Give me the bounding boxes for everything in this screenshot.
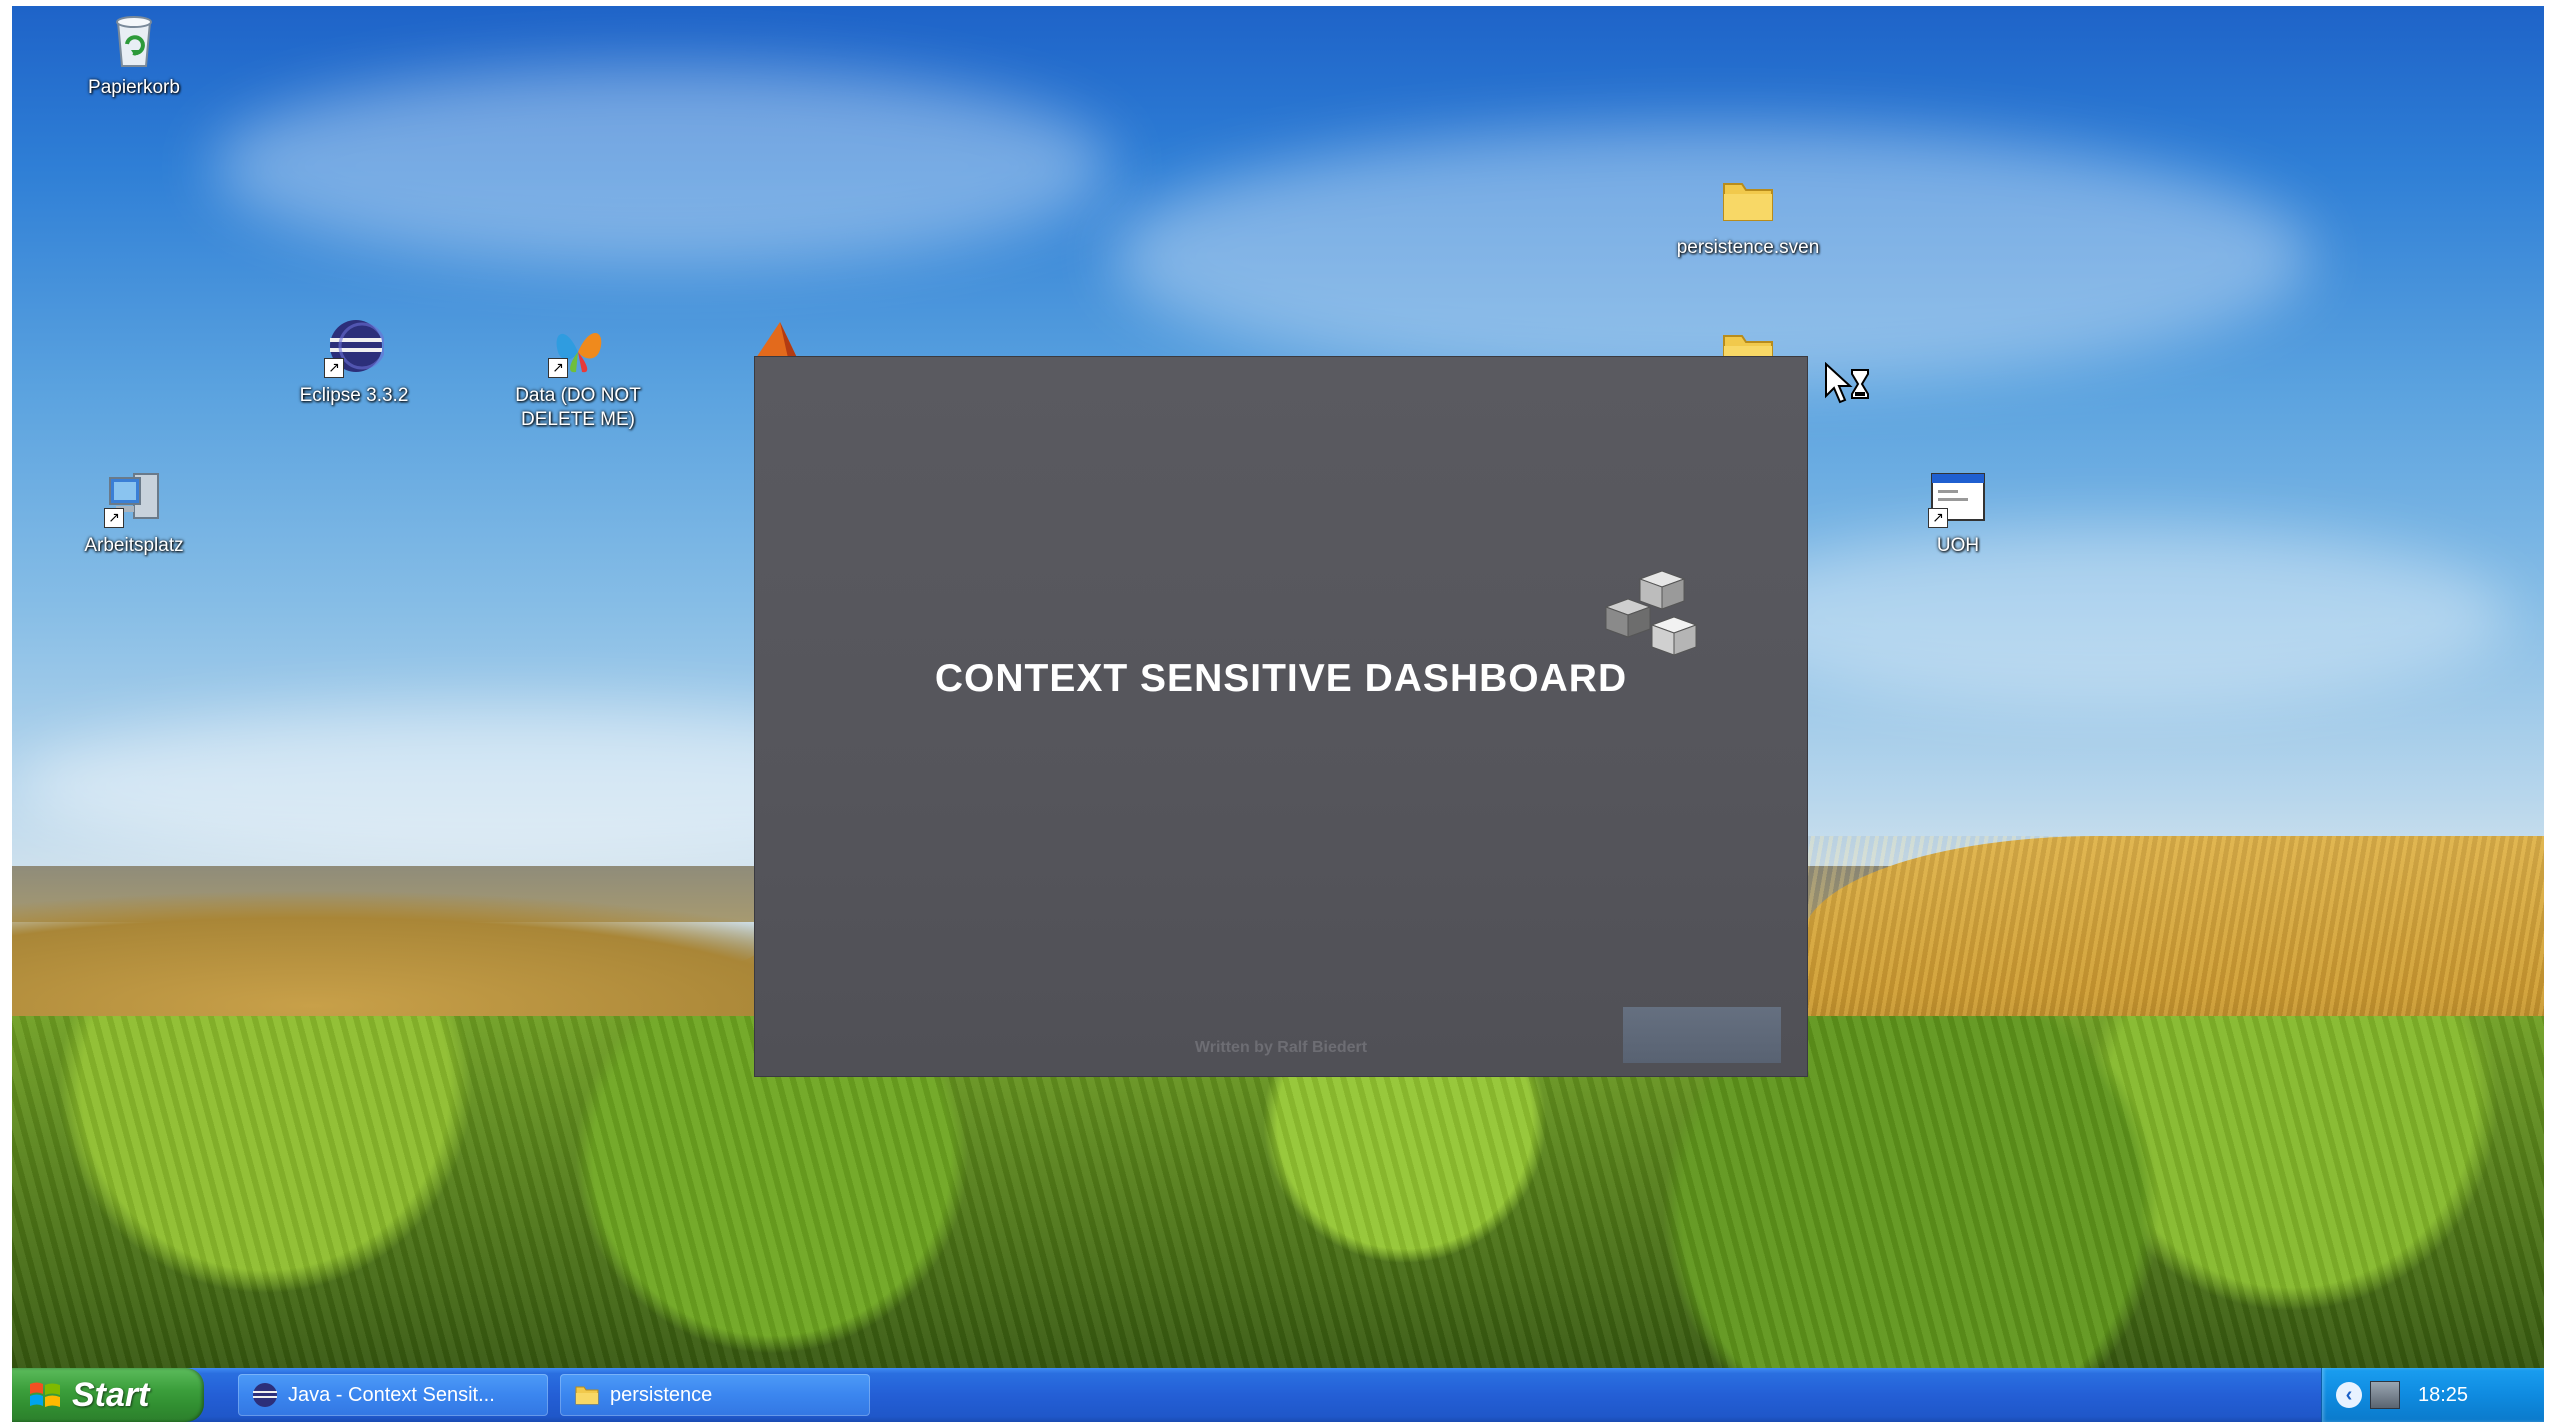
cloud xyxy=(1712,526,2512,706)
splash-title: CONTEXT SENSITIVE DASHBOARD xyxy=(934,657,1628,700)
recycle-bin-icon xyxy=(104,10,164,70)
desktop-background: Papierkorb ↗ Eclipse 3.3.2 ↗ Data (DO NO… xyxy=(12,6,2544,1368)
busy-cursor-icon xyxy=(1824,361,1874,408)
desktop-icon-label: Arbeitsplatz xyxy=(84,535,184,556)
splash-screen: CONTEXT SENSITIVE DASHBOARD Written by R… xyxy=(755,357,1807,1076)
shortcut-arrow-icon: ↗ xyxy=(548,358,568,378)
desktop-icon-label: UOH xyxy=(1936,535,1980,556)
eclipse-icon: ↗ xyxy=(324,318,386,378)
desktop-icon-label: Eclipse 3.3.2 xyxy=(299,385,409,406)
desktop-icon-recycle-bin[interactable]: Papierkorb xyxy=(44,10,224,100)
cubes-logo-icon xyxy=(1600,569,1710,669)
desktop-icon-eclipse[interactable]: ↗ Eclipse 3.3.2 xyxy=(264,318,444,408)
taskbar-button-persistence[interactable]: persistence xyxy=(560,1374,870,1416)
taskbar: Start Java - Context Sensit... persisten… xyxy=(12,1368,2544,1422)
shortcut-arrow-icon: ↗ xyxy=(324,358,344,378)
folder-icon xyxy=(574,1382,600,1408)
windows-logo-icon xyxy=(28,1378,62,1412)
desktop-icon-uoh[interactable]: ↗ UOH xyxy=(1868,468,2048,558)
taskbar-button-java-context[interactable]: Java - Context Sensit... xyxy=(238,1374,548,1416)
cloud xyxy=(212,66,1112,266)
desktop-icon-label: persistence.sven xyxy=(1676,237,1820,258)
msn-butterfly-icon: ↗ xyxy=(548,318,608,378)
desktop-icon-label: Data (DO NOT DELETE ME) xyxy=(515,385,641,430)
network-monitor-icon[interactable] xyxy=(2370,1381,2400,1409)
desktop-icon-data[interactable]: ↗ Data (DO NOT DELETE ME) xyxy=(478,318,678,432)
start-label: Start xyxy=(72,1375,150,1414)
clock[interactable]: 18:25 xyxy=(2418,1384,2468,1407)
system-tray: ‹ 18:25 xyxy=(2321,1368,2544,1422)
computer-icon: ↗ xyxy=(104,468,164,528)
eclipse-icon xyxy=(252,1382,278,1408)
application-window-icon: ↗ xyxy=(1928,468,1988,528)
shortcut-arrow-icon: ↗ xyxy=(104,508,124,528)
desktop-icon-my-computer[interactable]: ↗ Arbeitsplatz xyxy=(44,468,224,558)
folder-icon xyxy=(1718,170,1778,230)
dfki-logo-icon xyxy=(1623,1007,1781,1063)
desktop-icon-persistence-sven[interactable]: persistence.sven xyxy=(1648,170,1848,260)
screen: Papierkorb ↗ Eclipse 3.3.2 ↗ Data (DO NO… xyxy=(12,6,2544,1422)
shortcut-arrow-icon: ↗ xyxy=(1928,508,1948,528)
desktop-icon-label: Papierkorb xyxy=(88,77,180,98)
show-hidden-icons-arrow-icon[interactable]: ‹ xyxy=(2336,1382,2362,1408)
start-button[interactable]: Start xyxy=(12,1368,204,1422)
taskbar-button-label: Java - Context Sensit... xyxy=(288,1383,495,1406)
taskbar-button-label: persistence xyxy=(610,1383,713,1406)
